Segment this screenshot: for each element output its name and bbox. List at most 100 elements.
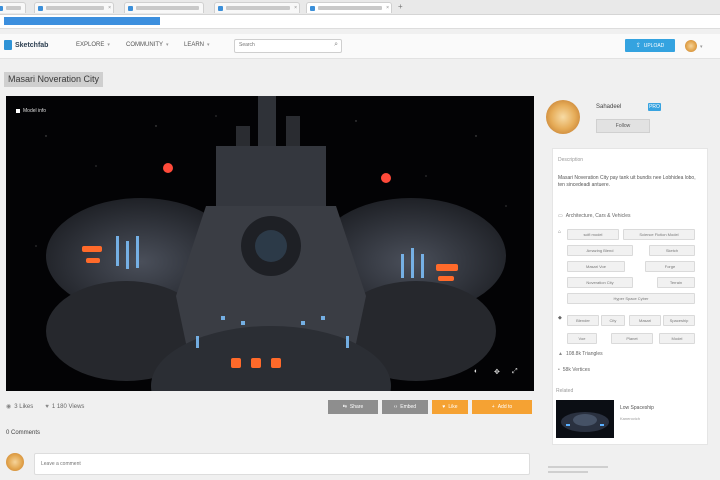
nav-label: EXPLORE <box>76 42 105 48</box>
search-input[interactable] <box>235 40 331 50</box>
tag[interactable]: Forge <box>645 261 695 272</box>
tag-icon: ⌂ <box>558 229 562 235</box>
commenter-avatar <box>6 453 24 471</box>
button-label: Add to <box>497 404 513 410</box>
browser-tab[interactable]: × <box>34 2 114 13</box>
nav-learn[interactable]: LEARN ▾ <box>184 42 210 48</box>
browser-tab[interactable] <box>124 2 204 13</box>
upload-button[interactable]: ⇪ UPLOAD <box>625 39 675 52</box>
new-tab-icon[interactable]: + <box>398 2 403 12</box>
chevron-down-icon[interactable]: ▾ <box>700 44 703 50</box>
triangles-value: 108.8k Triangles <box>565 351 603 357</box>
address-bar-selection <box>4 17 160 25</box>
comment-input[interactable] <box>35 454 523 474</box>
tab-close-icon[interactable]: × <box>386 5 389 11</box>
author-block: Sahadeel PRO Follow <box>546 98 712 138</box>
tag[interactable]: Noveration City <box>567 277 633 288</box>
stat-likes: ◉ 3 Likes <box>6 403 33 411</box>
tab-favicon-icon <box>38 5 43 11</box>
author-name[interactable]: Sahadeel <box>596 104 621 110</box>
footer-links <box>548 466 608 476</box>
spaceship-render <box>6 96 534 391</box>
triangles-row: ▲ 108.8k Triangles <box>558 351 603 357</box>
pro-badge: PRO <box>648 103 661 111</box>
follow-button[interactable]: Follow <box>596 119 650 133</box>
eye-icon: ◉ <box>6 404 12 410</box>
browser-tab[interactable]: × <box>214 2 300 13</box>
tab-close-icon[interactable]: × <box>294 5 297 11</box>
related-title[interactable]: Low Spaceship <box>620 405 654 411</box>
label-icon: ◆ <box>558 315 562 321</box>
chevron-down-icon: ▾ <box>166 42 169 48</box>
chevron-down-icon: ▾ <box>107 42 110 48</box>
settings-icon[interactable]: ✥ <box>494 368 500 376</box>
tag[interactable]: Masari Voe <box>567 261 625 272</box>
categories-label[interactable]: Architecture, Cars & Vehicles <box>566 213 631 219</box>
user-avatar[interactable] <box>685 40 697 52</box>
tab-favicon-icon <box>128 5 133 11</box>
nav-community[interactable]: COMMUNITY ▾ <box>126 42 169 48</box>
tag[interactable]: Science Fiction Model <box>623 229 695 240</box>
tab-title <box>46 6 105 10</box>
logo-text: Sketchfab <box>15 41 49 49</box>
button-label: Like <box>448 404 458 410</box>
related-thumbnail[interactable] <box>556 400 614 438</box>
tag[interactable]: Spaceship <box>663 315 695 326</box>
tag[interactable]: scifi model <box>567 229 619 240</box>
triangle-icon: ▲ <box>558 351 563 357</box>
vertices-value: 58k Vertices <box>562 367 591 373</box>
model-stats: ◉ 3 Likes ♥ 1 180 Views <box>6 403 96 411</box>
tab-close-icon[interactable]: × <box>108 5 111 11</box>
tag[interactable]: Hyper Space Cyber <box>567 293 695 304</box>
embed-button[interactable]: ‹› Embed <box>382 400 428 414</box>
model-viewer[interactable]: Model info ◐ ✥ ⤢ <box>6 96 534 391</box>
tab-title <box>318 6 383 10</box>
related-author[interactable]: Kanerovich <box>620 416 640 421</box>
add-to-button[interactable]: + Add to <box>472 400 532 414</box>
browser-tab[interactable] <box>0 2 26 13</box>
nav-explore[interactable]: EXPLORE ▾ <box>76 42 110 48</box>
chevron-down-icon: ▾ <box>207 42 210 48</box>
tag[interactable]: Terrain <box>657 277 695 288</box>
model-info-badge[interactable]: Model info <box>16 108 46 114</box>
tag[interactable]: Model <box>659 333 695 344</box>
search-box[interactable]: ⌕ <box>234 39 342 53</box>
heart-icon: ♥ <box>442 404 446 410</box>
related-heading: Related <box>556 388 574 394</box>
fullscreen-icon[interactable]: ⤢ <box>512 368 518 376</box>
share-button[interactable]: ⇆ Share <box>328 400 378 414</box>
like-button[interactable]: ♥ Like <box>432 400 468 414</box>
author-avatar[interactable] <box>546 100 580 134</box>
vr-icon[interactable]: ◐ <box>474 368 478 375</box>
tag[interactable]: Voe <box>567 333 597 344</box>
tag[interactable]: Planet <box>611 333 653 344</box>
related-model[interactable]: Low Spaceship Kanerovich <box>556 400 706 440</box>
nav-label: LEARN <box>184 42 205 48</box>
tag[interactable]: Masari <box>629 315 661 326</box>
address-bar[interactable] <box>0 15 720 29</box>
badge-label: Model info <box>23 108 47 114</box>
tab-title <box>6 6 21 10</box>
site-logo[interactable]: Sketchfab <box>4 40 48 50</box>
search-icon[interactable]: ⌕ <box>334 41 338 49</box>
plus-icon: + <box>491 404 495 410</box>
model-title: Masari Noveration City <box>4 72 104 87</box>
vertex-icon: • <box>558 367 560 373</box>
categories-row: ▭ Architecture, Cars & Vehicles <box>558 213 630 219</box>
tab-favicon-icon <box>0 5 3 11</box>
browser-tab-active[interactable]: × <box>306 2 392 13</box>
browser-tab-bar: × × × + <box>0 0 720 15</box>
tag[interactable]: Amazing Blend <box>567 245 633 256</box>
comment-box[interactable] <box>34 453 530 475</box>
tag[interactable]: City <box>601 315 625 326</box>
tab-favicon-icon <box>310 5 315 11</box>
embed-icon: ‹› <box>393 404 398 410</box>
vertices-row: • 58k Vertices <box>558 367 590 373</box>
comments-heading: 0 Comments <box>6 430 41 436</box>
nav-label: COMMUNITY <box>126 42 163 48</box>
tag[interactable]: Blender <box>567 315 599 326</box>
tab-title <box>226 6 291 10</box>
stat-views: ♥ 1 180 Views <box>45 403 84 410</box>
tag[interactable]: Sketch <box>649 245 695 256</box>
share-icon: ⇆ <box>342 404 347 410</box>
